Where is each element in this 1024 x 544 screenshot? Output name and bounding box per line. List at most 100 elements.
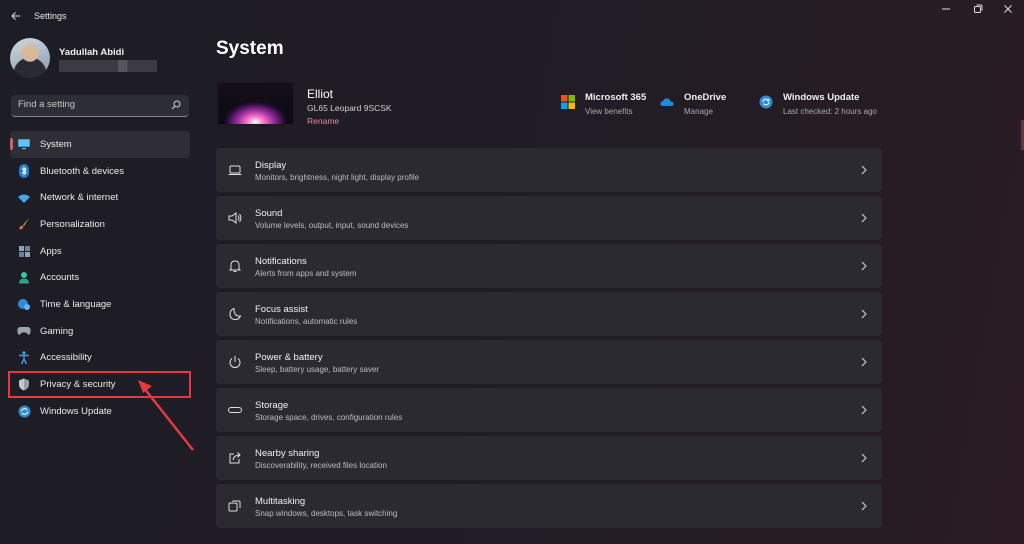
sidebar-item-label: Personalization — [40, 218, 105, 230]
quick-link-subtitle: Manage — [684, 107, 713, 116]
restore-icon — [974, 4, 983, 13]
power-icon — [229, 356, 241, 368]
quick-link-title: Microsoft 365 — [585, 92, 647, 103]
bell-icon — [228, 260, 242, 272]
search-input[interactable] — [18, 99, 168, 110]
quick-link-subtitle: View benefits — [585, 107, 633, 116]
card-subtitle: Storage space, drives, configuration rul… — [255, 413, 403, 422]
storage-icon — [228, 407, 242, 413]
minimize-icon — [942, 8, 950, 10]
sidebar-item-personalization[interactable]: Personalization — [10, 211, 190, 238]
sidebar-item-windows-update[interactable]: Windows Update — [10, 398, 190, 425]
close-button[interactable] — [998, 4, 1018, 18]
settings-card-notifications[interactable]: Notifications Alerts from apps and syste… — [216, 244, 882, 288]
settings-card-nearby-sharing[interactable]: Nearby sharing Discoverability, received… — [216, 436, 882, 480]
card-title: Multitasking — [255, 496, 306, 507]
moon-icon — [229, 307, 242, 321]
card-subtitle: Notifications, automatic rules — [255, 317, 358, 326]
user-email-redacted — [59, 60, 157, 72]
sidebar-item-network[interactable]: Network & internet — [10, 184, 190, 211]
sidebar-item-apps[interactable]: Apps — [10, 238, 190, 265]
microsoft-logo-icon — [561, 95, 575, 109]
chevron-right-icon — [861, 165, 867, 175]
sidebar-item-label: Network & internet — [40, 192, 119, 204]
quick-link-microsoft-365[interactable]: Microsoft 365 View benefits — [561, 92, 646, 118]
back-button[interactable] — [8, 8, 24, 24]
settings-card-multitasking[interactable]: Multitasking Snap windows, desktops, tas… — [216, 484, 882, 528]
sidebar-item-accounts[interactable]: Accounts — [10, 264, 190, 291]
wifi-icon — [17, 191, 31, 205]
sidebar-item-label: Windows Update — [40, 405, 112, 417]
card-subtitle: Monitors, brightness, night light, displ… — [255, 173, 420, 182]
sidebar-item-label: Accounts — [40, 272, 80, 284]
user-name: Yadullah Abidi — [59, 47, 125, 58]
card-title: Notifications — [255, 256, 307, 267]
back-arrow-icon — [11, 12, 20, 20]
avatar[interactable] — [10, 38, 50, 78]
sidebar-item-bluetooth[interactable]: Bluetooth & devices — [10, 158, 190, 185]
sidebar-item-label: Gaming — [40, 325, 74, 337]
sidebar-item-label: Accessibility — [40, 352, 92, 364]
page-title: System — [216, 38, 284, 59]
card-subtitle: Discoverability, received files location — [255, 461, 387, 470]
laptop-icon — [228, 165, 242, 175]
search-box[interactable] — [11, 95, 189, 117]
chevron-right-icon — [861, 453, 867, 463]
brush-icon — [17, 217, 31, 231]
card-title: Power & battery — [255, 352, 323, 363]
speaker-icon — [228, 212, 242, 224]
sidebar-item-time-language[interactable]: Time & language — [10, 291, 190, 318]
refresh-icon — [759, 95, 773, 109]
card-subtitle: Snap windows, desktops, task switching — [255, 509, 398, 518]
card-title: Storage — [255, 400, 289, 411]
chevron-right-icon — [861, 213, 867, 223]
quick-link-subtitle: Last checked: 2 hours ago — [783, 107, 877, 116]
search-icon[interactable] — [171, 100, 181, 110]
person-icon — [17, 271, 31, 285]
card-subtitle: Alerts from apps and system — [255, 269, 357, 278]
settings-card-sound[interactable]: Sound Volume levels, output, input, soun… — [216, 196, 882, 240]
title-bar: Settings — [0, 0, 1024, 32]
settings-card-storage[interactable]: Storage Storage space, drives, configura… — [216, 388, 882, 432]
sidebar-item-label: Time & language — [40, 298, 112, 310]
card-title: Nearby sharing — [255, 448, 320, 459]
bluetooth-icon — [17, 164, 31, 179]
chevron-right-icon — [861, 501, 867, 511]
settings-card-focus-assist[interactable]: Focus assist Notifications, automatic ru… — [216, 292, 882, 336]
quick-link-title: Windows Update — [783, 92, 860, 103]
update-icon — [17, 404, 31, 418]
rename-link[interactable]: Rename — [307, 116, 339, 126]
accessibility-icon — [17, 351, 31, 365]
multitask-icon — [228, 500, 241, 512]
sidebar-item-gaming[interactable]: Gaming — [10, 318, 190, 345]
sidebar-item-label: Apps — [40, 245, 62, 257]
close-icon — [1004, 5, 1012, 13]
chevron-right-icon — [861, 357, 867, 367]
chevron-right-icon — [861, 405, 867, 415]
sidebar-item-accessibility[interactable]: Accessibility — [10, 345, 190, 372]
share-icon — [229, 452, 241, 464]
quick-link-onedrive[interactable]: OneDrive Manage — [660, 92, 726, 118]
card-title: Focus assist — [255, 304, 308, 315]
card-title: Sound — [255, 208, 283, 219]
card-subtitle: Volume levels, output, input, sound devi… — [255, 221, 409, 230]
quick-link-windows-update[interactable]: Windows Update Last checked: 2 hours ago — [759, 92, 877, 118]
minimize-button[interactable] — [936, 4, 956, 18]
settings-card-power-battery[interactable]: Power & battery Sleep, battery usage, ba… — [216, 340, 882, 384]
app-title: Settings — [34, 11, 67, 21]
sidebar-item-label: System — [40, 138, 72, 150]
device-model: GL65 Leopard 9SCSK — [307, 103, 392, 113]
card-subtitle: Sleep, battery usage, battery saver — [255, 365, 380, 374]
sidebar-item-system[interactable]: System — [10, 131, 190, 158]
apps-icon — [17, 244, 31, 258]
maximize-button[interactable] — [968, 4, 988, 18]
gamepad-icon — [17, 324, 31, 338]
annotation-highlight-box — [8, 371, 191, 398]
quick-link-title: OneDrive — [684, 92, 727, 103]
chevron-right-icon — [861, 261, 867, 271]
device-name: Elliot — [307, 87, 334, 101]
monitor-icon — [17, 137, 31, 151]
settings-card-display[interactable]: Display Monitors, brightness, night ligh… — [216, 148, 882, 192]
device-wallpaper-thumbnail — [216, 81, 295, 126]
card-title: Display — [255, 160, 287, 171]
